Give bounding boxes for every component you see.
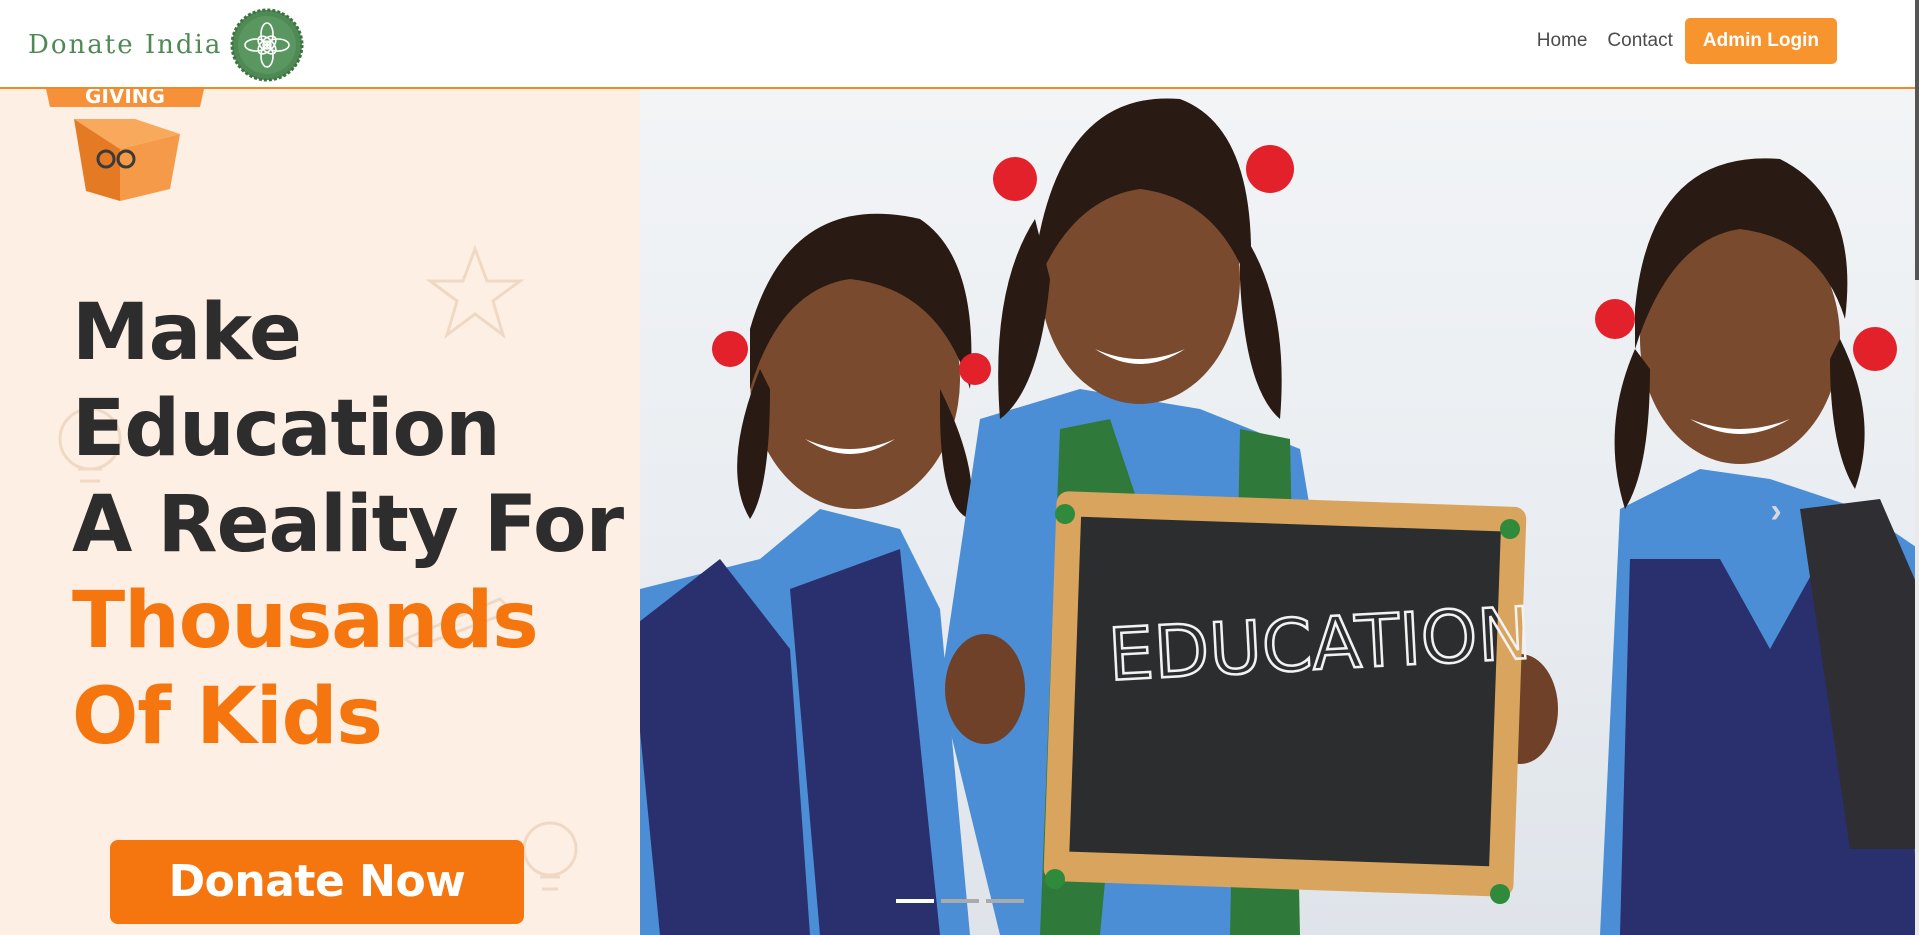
nav-contact-link[interactable]: Contact [1607,30,1672,52]
hero-text-panel: GIVING Make Education A Reality For Thou… [0,89,660,935]
headline-highlight-2: Of Kids [72,672,383,762]
chalkboard: EDUCATION [1043,491,1535,904]
navbar: Donate India Home Contact Admin Login [0,0,1919,89]
carousel-indicator-3[interactable] [986,899,1024,903]
scrollbar-thumb[interactable] [1915,0,1919,280]
headline-line-1: Make [72,288,302,378]
giving-box-icon: GIVING [46,89,204,201]
nav-home-link[interactable]: Home [1537,30,1588,52]
headline-line-3: A Reality For [72,480,624,570]
hero-photo: EDUCATION [640,89,1919,935]
brand-name[interactable]: Donate India [28,30,222,60]
giving-badge-text: GIVING [85,89,165,108]
headline-line-2: Education [72,384,501,474]
hero-headline: Make Education A Reality For Thousands O… [72,285,624,765]
brand[interactable]: Donate India [28,8,304,82]
carousel-indicator-1[interactable] [896,899,934,903]
carousel-next-icon[interactable]: › [1762,493,1790,529]
lotus-mandala-icon[interactable] [230,8,304,82]
page-scrollbar[interactable] [1915,0,1919,935]
carousel-indicators [896,899,1031,903]
admin-login-button[interactable]: Admin Login [1684,18,1837,64]
girl-right [1595,158,1919,935]
nav-links: Home Contact Admin Login [1517,18,1837,64]
headline-highlight-1: Thousands [72,576,539,666]
donate-now-button[interactable]: Donate Now [110,840,524,924]
hero-carousel: GIVING Make Education A Reality For Thou… [0,89,1919,935]
girl-left [640,213,991,935]
carousel-indicator-2[interactable] [941,899,979,903]
